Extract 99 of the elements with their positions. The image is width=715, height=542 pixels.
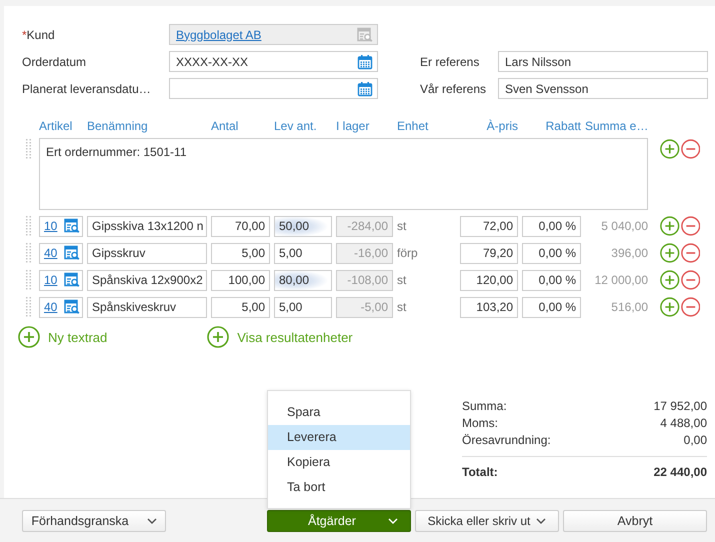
input-field[interactable] [169,78,378,99]
input-field[interactable]: 0,00 % [522,270,581,290]
input-field[interactable]: 50,00 [274,216,332,236]
drag-handle-icon[interactable] [26,139,32,159]
add-icon[interactable] [660,215,680,237]
article-field[interactable]: 10 [39,216,83,236]
input-field[interactable]: Spånskiva 12x900x2 [87,270,207,290]
dropdown-button[interactable]: Skicka eller skriv ut [415,510,559,532]
total-value: 0,00 [684,432,707,449]
add-icon[interactable] [660,242,680,264]
field-label: Vår referens [419,82,488,96]
drag-handle-icon[interactable] [26,216,32,236]
field-label: Planerat leveransdatu… [21,82,152,96]
input-field[interactable]: 120,00 [460,270,518,290]
input-field[interactable]: 5,00 [274,242,332,264]
actions-button[interactable]: Åtgärder [267,510,411,532]
table-cell-text: 5 040,00 [600,219,648,233]
cancel-button[interactable]: Avbryt [563,510,707,532]
input-field[interactable]: 70,00 [211,216,270,236]
total-label: Öresavrundning: [462,432,551,449]
dropdown-button[interactable]: Förhandsgranska [22,510,166,532]
article-field[interactable]: 40 [39,242,83,264]
input-field[interactable]: Gipsskiva 13x1200 n [87,216,207,236]
input-field[interactable]: 0,00 % [522,296,581,318]
input-field[interactable]: 72,00 [460,216,518,236]
chevron-down-icon [146,518,157,524]
input-field[interactable]: Sven Svensson [498,78,708,99]
field-label: Kund [26,28,55,42]
calendar-icon[interactable] [357,80,373,96]
menu-item[interactable]: Ta bort [268,474,410,500]
document-search-icon[interactable] [64,245,80,261]
drag-handle-icon[interactable] [26,297,32,317]
table-cell-text: 516,00 [610,300,648,314]
menu-item[interactable]: Spara [268,400,410,424]
input-field: -5,00 [336,296,393,318]
input-field[interactable]: Gipsskruv [87,242,207,264]
input-field: -284,00 [336,216,393,236]
field-label: Er referens [419,54,480,68]
column-header: I lager [336,119,370,133]
column-header: À-pris [486,119,518,133]
input-field[interactable]: 5,00 [211,242,270,264]
input-field[interactable]: 79,20 [460,242,518,264]
add-icon[interactable] [660,138,680,160]
remove-icon[interactable] [680,215,700,237]
calendar-icon[interactable] [357,54,373,70]
add-icon[interactable] [18,326,40,348]
input-field[interactable]: XXXX-XX-XX [169,51,378,72]
remove-icon[interactable] [680,269,700,291]
column-header: Artikel [39,119,74,133]
document-search-icon[interactable] [64,272,80,288]
article-field[interactable]: 40 [39,296,83,318]
table-cell-text: st [397,300,408,314]
column-header: Rabatt [544,119,581,133]
drag-handle-icon[interactable] [26,270,32,290]
input-field: -108,00 [336,270,393,290]
input-field[interactable]: 5,00 [211,296,270,318]
table-cell-text: st [397,219,408,233]
input-field[interactable]: 103,20 [460,296,518,318]
input-field[interactable]: 0,00 % [522,216,581,236]
menu-item[interactable]: Leverera [268,424,410,450]
article-field[interactable]: 10 [39,270,83,290]
total-value: 4 488,00 [660,415,707,432]
input-field[interactable]: 0,00 % [522,242,581,264]
column-header: Lev ant. [274,119,318,133]
table-cell-text: 396,00 [610,246,648,260]
menu-item[interactable]: Kopiera [268,450,410,474]
input-field: -16,00 [336,242,393,264]
input-field[interactable]: 80,00 [274,270,332,290]
column-header: Benämning [87,119,149,133]
table-cell-text: st [397,273,408,287]
table-cell-text: 12 000,00 [594,273,648,287]
chevron-down-icon [388,518,398,524]
required-mark: * [22,28,27,42]
add-icon[interactable] [207,326,230,348]
column-header: Enhet [397,119,430,133]
drag-handle-icon[interactable] [26,243,32,263]
total-label: Totalt: [462,464,498,481]
table-cell-text: förp [397,246,419,260]
document-search-icon[interactable] [64,299,80,315]
remove-icon[interactable] [680,138,700,160]
text-row-field[interactable]: Ert ordernummer: 1501-11 [39,138,648,210]
chevron-down-icon [536,518,546,524]
input-field[interactable]: Lars Nilsson [498,51,708,72]
column-header: Antal [211,119,240,133]
remove-icon[interactable] [680,296,700,318]
total-label: Moms: [462,415,498,432]
input-field[interactable]: 100,00 [211,270,270,290]
total-value: 22 440,00 [654,464,707,481]
add-icon[interactable] [660,269,680,291]
field-label: Orderdatum [21,54,88,68]
total-value: 17 952,00 [654,398,707,415]
document-search-icon[interactable] [64,218,80,234]
input-field[interactable]: 5,00 [274,296,332,318]
remove-icon[interactable] [680,242,700,264]
column-header: Summa e… [585,119,648,133]
input-field[interactable]: Spånskiveskruv [87,296,207,318]
add-icon[interactable] [660,296,680,318]
document-search-icon [357,26,373,42]
total-label: Summa: [462,398,507,415]
